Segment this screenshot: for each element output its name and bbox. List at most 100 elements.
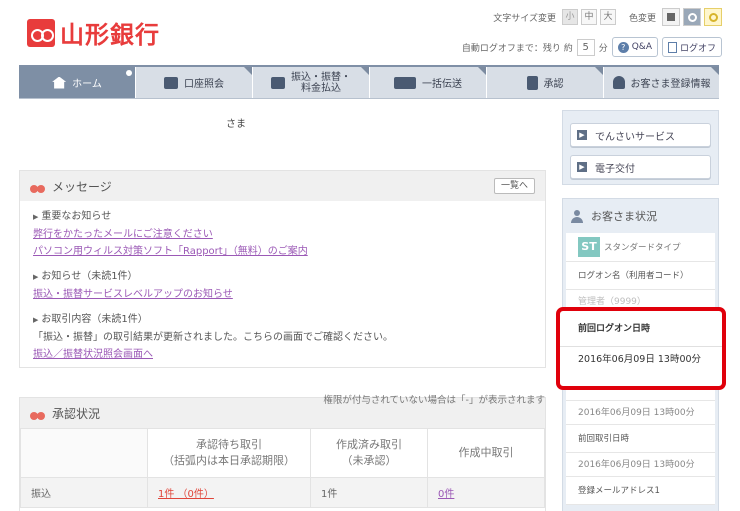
square-icon — [667, 13, 675, 21]
prev-logon-value: 2016年06月09日 13時00分 — [578, 354, 702, 365]
nav-indicator-dot — [126, 70, 132, 76]
nav-transfer[interactable]: 振込・振替・ 料金払込 — [253, 67, 370, 98]
row-header-blank — [20, 428, 148, 478]
user-icon — [612, 76, 625, 89]
question-icon: ? — [617, 41, 629, 53]
row-label: 振込 — [20, 477, 148, 508]
important-notices: 重要なお知らせ 弊行をかたったメールにご注意ください パソコン用ウィルス対策ソフ… — [33, 207, 532, 260]
logoff-button[interactable]: ログオフ — [661, 37, 722, 57]
logon-name-label: ログオン名（利用者コード） — [566, 262, 715, 290]
nav-corner-marker — [711, 67, 719, 75]
prev-trade-label: 前回取引日時 — [566, 425, 715, 453]
tier-tag: ST — [578, 237, 600, 257]
tier-label: スタンダードタイプ — [604, 243, 681, 253]
atm-icon — [271, 76, 285, 89]
col-pending-approval: 承認待ち取引 （括弧内は本日承認期限） — [147, 428, 311, 478]
bank-name: 山形銀行 — [60, 20, 160, 49]
section-title: お知らせ（未読1件） — [33, 267, 532, 282]
nav-home-label: ホーム — [72, 79, 102, 90]
cherry-icon — [30, 406, 46, 420]
col-created-unapproved: 作成済み取引 （未承認） — [310, 428, 428, 478]
auto-logoff-minutes: 5 — [576, 38, 595, 56]
nav-corner-marker — [244, 67, 252, 75]
customer-greeting: さま — [226, 119, 246, 130]
font-size-medium-button[interactable]: 中 — [580, 9, 597, 25]
approval-panel: 承認状況 権限が付与されていない場合は「-」が表示されます 承認待ち取引 （括弧… — [19, 395, 546, 511]
transfer-status-link[interactable]: 振込／振替状況照会画面へ — [33, 346, 532, 363]
customer-status-header: お客さま状況 — [563, 199, 718, 233]
qa-label: Q&A — [631, 42, 652, 52]
nav-transfer-label: 振込・振替・ 料金払込 — [291, 71, 351, 94]
announcements: お知らせ（未読1件） 振込・振替サービスレベルアップのお知らせ — [33, 267, 532, 303]
pending-link[interactable]: 1件 （0件） — [158, 489, 214, 500]
auto-logoff-label: 自動ログオフまで：残り 約 — [461, 43, 573, 54]
draft-cell: 0件 — [427, 477, 545, 508]
bank-logo: 山形銀行 — [27, 15, 160, 50]
color-default-button[interactable] — [662, 8, 680, 26]
nav-bulk-transmission[interactable]: 一括伝送 — [370, 67, 487, 98]
qa-button[interactable]: ? Q&A — [611, 37, 658, 57]
nav-approval-label: 承認 — [543, 79, 564, 90]
prev-access-value: 2016年06月09日 13時00分 — [566, 401, 715, 425]
denshi-service-button[interactable]: ▶ でんさいサービス — [570, 123, 711, 147]
header-tools: 文字サイズ変更 小 中 大 色変更 自動ログオフまで：残り 約 5 分 ? Q&… — [412, 8, 722, 57]
col-draft: 作成中取引 — [427, 428, 545, 478]
color-yellow-button[interactable] — [704, 8, 722, 26]
notice-link[interactable]: パソコン用ウィルス対策ソフト「Rapport」（無料）のご案内 — [33, 243, 532, 260]
pending-cell: 1件 （0件） — [147, 477, 311, 508]
section-title: お取引内容（未読1件） — [33, 310, 532, 325]
bank-book-icon — [164, 76, 178, 89]
message-panel: メッセージ 一覧へ 重要なお知らせ 弊行をかたったメールにご注意ください パソコ… — [19, 170, 546, 368]
nav-customer-info[interactable]: お客さま登録情報 — [604, 67, 719, 98]
service-tier: ST スタンダードタイプ — [566, 233, 715, 262]
transaction-notice-text: 「振込・振替」の取引結果が更新されました。こちらの画面でご確認ください。 — [33, 332, 393, 343]
font-size-large-button[interactable]: 大 — [599, 9, 616, 25]
prev-logon-label: 前回ログオン日時 — [560, 311, 722, 347]
color-blue-button[interactable] — [683, 8, 701, 26]
table-row: 振込 1件 （0件） 1件 0件 — [20, 477, 545, 508]
font-size-label: 文字サイズ変更 — [493, 13, 556, 24]
transmission-icon — [394, 76, 416, 89]
nav-corner-marker — [361, 67, 369, 75]
home-icon — [52, 76, 67, 89]
customer-status-title: お客さま状況 — [591, 210, 657, 223]
e-delivery-label: 電子交付 — [595, 163, 635, 175]
color-change-label: 色変更 — [628, 13, 656, 24]
denshi-service-label: でんさいサービス — [595, 131, 675, 143]
nav-account-inquiry[interactable]: 口座照会 — [136, 67, 253, 98]
nav-corner-marker — [478, 67, 486, 75]
prev-trade-value: 2016年06月09日 13時00分 — [566, 453, 715, 477]
nav-approval[interactable]: 承認 — [487, 67, 604, 98]
circle-icon — [708, 12, 718, 22]
cherry-icon — [30, 179, 46, 193]
font-size-small-button[interactable]: 小 — [561, 9, 578, 25]
approval-panel-header: 承認状況 権限が付与されていない場合は「-」が表示されます — [20, 395, 545, 428]
transaction-notices: お取引内容（未読1件） 「振込・振替」の取引結果が更新されました。こちらの画面で… — [33, 310, 532, 363]
circle-icon — [687, 12, 697, 22]
message-list-button[interactable]: 一覧へ — [493, 178, 535, 194]
clipboard-icon — [526, 75, 538, 90]
nav-corner-marker — [595, 67, 603, 75]
email-label: 登録メールアドレス1 — [566, 477, 715, 505]
nav-bulk-transmission-label: 一括伝送 — [422, 79, 462, 90]
permission-note: 権限が付与されていない場合は「-」が表示されます — [323, 395, 545, 406]
user-icon — [571, 209, 583, 223]
draft-link[interactable]: 0件 — [438, 489, 454, 500]
arrow-right-icon: ▶ — [577, 130, 587, 140]
arrow-right-icon: ▶ — [577, 162, 587, 172]
notice-link[interactable]: 弊行をかたったメールにご注意ください — [33, 226, 532, 243]
nav-account-inquiry-label: 口座照会 — [184, 79, 224, 90]
message-title: メッセージ — [52, 179, 112, 194]
logoff-label: ログオフ — [679, 43, 716, 54]
logout-icon — [667, 41, 677, 53]
minutes-unit: 分 — [598, 43, 608, 54]
announcement-link[interactable]: 振込・振替サービスレベルアップのお知らせ — [33, 286, 532, 303]
global-nav: ホーム 口座照会 振込・振替・ 料金払込 一括伝送 承認 お客さま登録情報 — [19, 65, 719, 99]
e-delivery-button[interactable]: ▶ 電子交付 — [570, 155, 711, 179]
cherry-logo-icon — [27, 18, 55, 47]
created-cell: 1件 — [310, 477, 428, 508]
prev-logon-highlight: 前回ログオン日時 2016年06月09日 13時00分 — [556, 307, 726, 390]
nav-home[interactable]: ホーム — [19, 67, 136, 98]
approval-table: 承認待ち取引 （括弧内は本日承認期限） 作成済み取引 （未承認） 作成中取引 振… — [20, 428, 545, 508]
section-title: 重要なお知らせ — [33, 207, 532, 222]
